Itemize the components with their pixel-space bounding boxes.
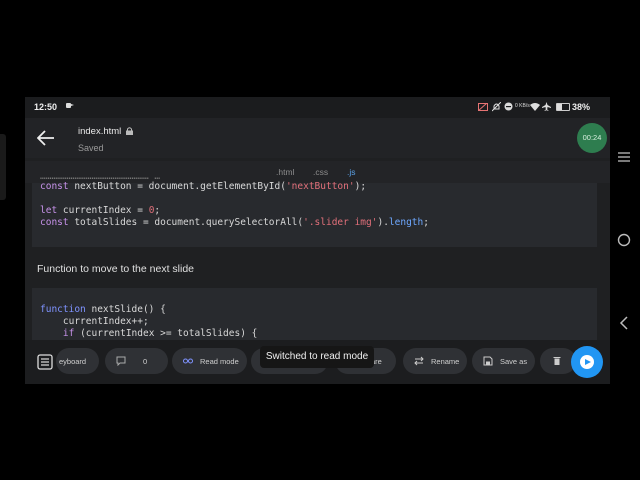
code-line: function nextSlide() { [40, 304, 166, 315]
dnd-icon [504, 102, 513, 111]
status-bar: 12:50 0 KB/s 38% [25, 97, 610, 118]
tab-js[interactable]: .js [347, 167, 356, 177]
rename-button[interactable]: Rename [403, 348, 467, 374]
battery-percent: 38% [572, 102, 591, 112]
markdown-comment: Function to move to the next slide [37, 263, 195, 275]
code-line: let currentIndex = 0; [40, 205, 161, 216]
code-line: currentIndex++; [40, 316, 149, 327]
app-screen: 12:50 0 KB/s 38% index.html Saved 00:24 … [25, 97, 610, 384]
comment-icon [116, 356, 126, 366]
play-icon [580, 355, 594, 369]
back-arrow-icon[interactable] [37, 130, 55, 146]
menu-icon[interactable] [617, 151, 631, 163]
code-line: const totalSlides = document.querySelect… [40, 217, 429, 228]
cast-icon [478, 103, 488, 111]
code-line: const nextButton = document.getElementBy… [40, 181, 367, 192]
timer-badge[interactable]: 00:24 [577, 123, 607, 153]
status-icons: 0 KB/s [478, 101, 562, 113]
battery-icon [556, 103, 570, 111]
list-icon[interactable] [37, 354, 53, 370]
tab-html[interactable]: .html [276, 167, 294, 177]
keyboard-button[interactable]: eyboard [56, 348, 99, 374]
run-button[interactable] [571, 346, 603, 378]
screen-record-icon [66, 103, 74, 108]
save-status: Saved [78, 143, 104, 153]
comments-button[interactable]: 0 [105, 348, 168, 374]
read-mode-button[interactable]: Read mode [172, 348, 247, 374]
home-icon[interactable] [617, 233, 631, 247]
glasses-icon [183, 358, 193, 364]
code-line: if (currentIndex >= totalSlides) { [62, 328, 258, 339]
trash-icon [553, 357, 561, 365]
swap-icon [414, 356, 424, 366]
edge-handle [0, 134, 6, 200]
status-time: 12:50 [34, 102, 58, 112]
tab-css[interactable]: .css [313, 167, 328, 177]
save-as-button[interactable]: Save as [472, 348, 535, 374]
mute-icon [492, 102, 501, 112]
save-as-icon [483, 356, 493, 366]
toast-message: Switched to read mode [260, 346, 374, 368]
status-speed: 0 KB/s [515, 103, 530, 109]
airplane-icon [542, 102, 551, 111]
code-block[interactable]: ………………………………………………… … const nextButton =… [32, 171, 597, 247]
file-name: index.html [78, 126, 122, 137]
back-nav-icon[interactable] [618, 316, 630, 330]
lock-icon [126, 127, 133, 135]
wifi-icon [530, 103, 540, 111]
code-block[interactable]: function nextSlide() { currentIndex++; i… [32, 288, 597, 340]
app-bar: index.html Saved [25, 118, 610, 158]
